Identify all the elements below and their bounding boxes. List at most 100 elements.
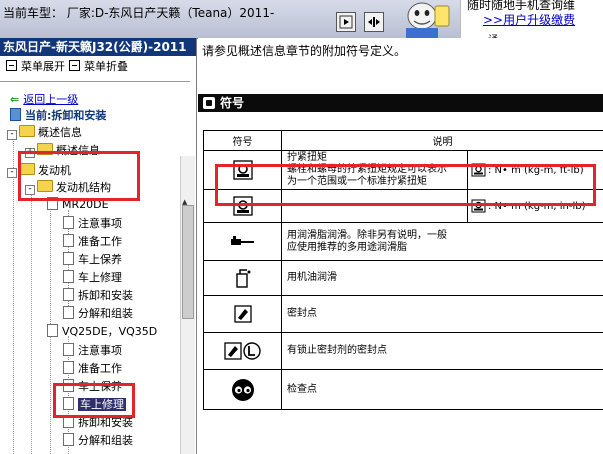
mobile-notice: 随时随地手机查询维 >>用户升级缴费	[460, 0, 603, 38]
table-row: 用机油润滑	[203, 260, 603, 296]
table-row: 密封点	[203, 295, 603, 333]
tree-item-label: 拆卸和安装	[78, 416, 133, 429]
tree-item-label: MR20DE	[62, 198, 109, 211]
document-icon	[63, 288, 74, 301]
back-label: 返回上一级	[23, 93, 79, 106]
collapse-toggle-icon[interactable]: -	[7, 130, 17, 140]
next-page-button[interactable]	[336, 12, 356, 32]
document-icon	[63, 361, 74, 374]
symbol-cell	[203, 222, 282, 261]
tree-item-label: 分解和组装	[78, 434, 133, 447]
description-cell: 检查点	[281, 369, 603, 410]
tree-item-overview[interactable]: - 概述信息	[7, 125, 82, 141]
tree-item-vq-notes[interactable]: 注意事项	[63, 343, 122, 359]
split-arrows-icon	[368, 17, 380, 27]
torque-wrench-icon	[471, 199, 486, 213]
document-icon	[63, 234, 74, 247]
torque-wrench-icon	[471, 163, 486, 177]
intro-text: 请参见概述信息章节的附加符号定义。	[202, 44, 407, 58]
tree-item-mr-disassembly[interactable]: 分解和组装	[63, 306, 133, 322]
column-header-symbol: 符号	[203, 130, 282, 151]
document-icon	[63, 415, 74, 428]
collapse-toggle-icon[interactable]: -	[7, 168, 17, 178]
tree-item-label: 发动机	[38, 164, 71, 177]
document-icon	[63, 343, 74, 356]
tree-item-label: 分解和组装	[78, 307, 133, 320]
document-icon	[47, 197, 58, 210]
section-title: 符号	[220, 96, 245, 110]
folder-icon	[19, 125, 35, 137]
symbol-cell	[203, 332, 282, 370]
description-line: 拧紧扭矩	[287, 152, 327, 163]
tree-item-mr-repair[interactable]: 车上修理	[63, 270, 122, 286]
description-line: 用机油润滑	[287, 272, 337, 283]
tree-item-overview-child[interactable]: + 概述信息	[25, 143, 100, 159]
page-icon	[10, 108, 21, 121]
document-icon	[63, 252, 74, 265]
table-row: 拧紧扭矩 螺栓和螺母的拧紧扭矩规定可以表示 为一个范围或一个标准拧紧扭矩 : N…	[203, 150, 603, 190]
tree-item-engine-structure[interactable]: - 发动机结构	[25, 180, 111, 196]
tree-item-vq-disassembly[interactable]: 分解和组装	[63, 433, 133, 449]
back-link[interactable]: ⇐ 返回上一级	[10, 91, 78, 107]
description-cell: 密封点	[281, 295, 603, 333]
tree-item-label: 注意事项	[78, 217, 122, 230]
scroll-up-icon[interactable]: ▲	[182, 198, 187, 206]
expand-icon	[6, 60, 17, 71]
table-header-row: 符号 说明	[203, 130, 603, 151]
expand-all-label: 菜单展开	[21, 60, 65, 73]
tree-item-label: 车上保养	[78, 253, 122, 266]
symbol-cell	[203, 189, 282, 223]
tree-item-label: 准备工作	[78, 235, 122, 248]
section-bullet-icon	[203, 97, 215, 109]
tree-item-mr20de[interactable]: MR20DE	[47, 197, 109, 213]
torque-wrench-icon	[232, 196, 253, 216]
tree-scrollbar-thumb[interactable]	[182, 205, 194, 319]
expand-all-button[interactable]: 菜单展开	[6, 59, 65, 75]
collapse-toggle-icon[interactable]: -	[25, 185, 35, 195]
document-icon	[63, 379, 74, 392]
folder-icon	[37, 180, 53, 192]
torque-wrench-icon	[232, 160, 253, 180]
document-icon	[63, 433, 74, 446]
tree-item-label: 概述信息	[38, 126, 82, 139]
document-icon	[63, 306, 74, 319]
table-row: 有锁止密封剂的密封点	[203, 332, 603, 370]
user-upgrade-link[interactable]: >>用户升级缴费	[483, 11, 575, 28]
column-header-description: 说明	[281, 130, 603, 151]
description-line: 检查点	[287, 383, 317, 395]
current-location: 当前:拆卸和安装	[10, 107, 106, 123]
tree-item-label: 概述信息	[56, 144, 100, 157]
tree-item-mr-notes[interactable]: 注意事项	[63, 216, 122, 232]
back-arrow-icon: ⇐	[10, 93, 20, 106]
tree-item-vq-maint[interactable]: 车上保养	[63, 379, 122, 395]
description-cell	[281, 189, 468, 223]
inspection-eyes-icon	[231, 378, 254, 401]
description-cell: 用润滑脂润滑。除非另有说明，一般 应使用推荐的多用途润滑脂	[281, 222, 603, 261]
torque-unit-cell: : N• m (kg-m, in-lb)	[467, 189, 603, 223]
tree-item-vq-prep[interactable]: 准备工作	[63, 361, 122, 377]
tree-item-engine[interactable]: - 发动机	[7, 163, 71, 179]
tree-item-mr-prep[interactable]: 准备工作	[63, 234, 122, 250]
collapse-all-button[interactable]: 菜单折叠	[69, 59, 128, 75]
description-cell: 用机油润滑	[281, 260, 603, 296]
top-header: 当前车型： 厂家:D-东风日产天籁（Teana）2011- 2012 随时随地手…	[0, 0, 603, 46]
description-cell: 有锁止密封剂的密封点	[281, 332, 603, 370]
tree-item-mr-maint[interactable]: 车上保养	[63, 252, 122, 268]
expand-toggle-icon[interactable]: +	[25, 148, 35, 158]
grease-gun-icon	[230, 235, 254, 245]
tree-item-vq-removal[interactable]: 拆卸和安装	[63, 415, 133, 431]
split-view-button[interactable]	[364, 12, 384, 32]
description-line: 用润滑脂润滑。除非另有说明，一般	[287, 229, 447, 241]
tree-item-mr-removal[interactable]: 拆卸和安装	[63, 288, 133, 304]
table-row: 检查点	[203, 369, 603, 410]
symbol-cell	[203, 369, 282, 410]
tree-item-label: 拆卸和安装	[78, 289, 133, 302]
symbol-table: 符号 说明 拧紧扭矩 螺栓和螺母的拧紧扭矩规定可以表示 为一个范围或一个标准拧紧…	[203, 130, 603, 410]
tree-item-vq-repair[interactable]: 车上修理	[63, 397, 126, 413]
navigation-pane: 东风日产-新天籁J32(公爵)-2011 菜单展开 菜单折叠 ⇐ 返回上一级 当前…	[0, 38, 197, 454]
tree-item-label: 车上保养	[78, 380, 122, 393]
play-right-icon	[339, 15, 353, 29]
mascot-logo	[406, 2, 450, 38]
current-location-label: 当前:拆卸和安装	[25, 109, 107, 122]
tree-item-vq[interactable]: VQ25DE，VQ35D	[47, 324, 157, 340]
